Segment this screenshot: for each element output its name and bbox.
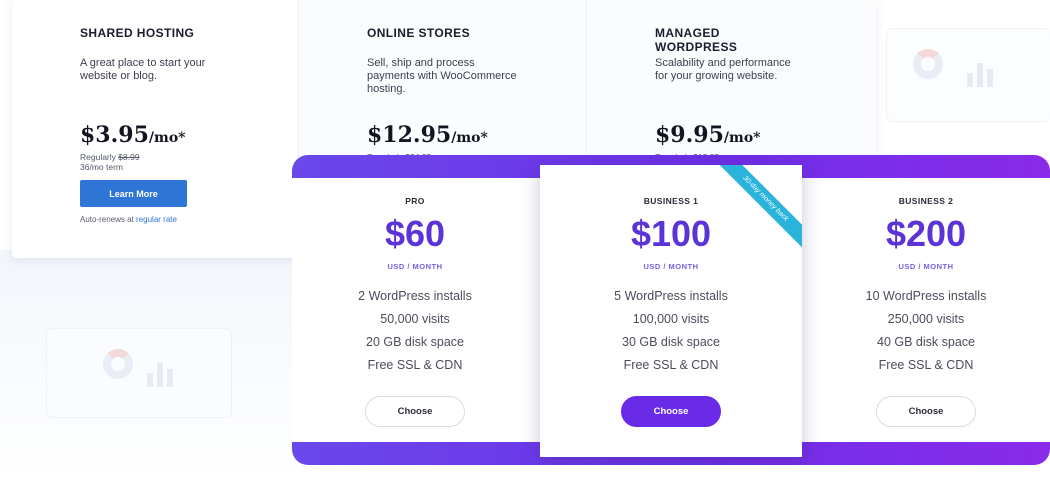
bar-chart-icon [967, 57, 993, 87]
choose-button[interactable]: Choose [876, 396, 976, 427]
regular-rate-link[interactable]: regular rate [136, 215, 177, 224]
plan-card-pro: PRO $60 USD / MONTH 2 WordPress installs… [292, 178, 538, 442]
term-text: 36/mo term [80, 162, 123, 172]
price-unit: /mo* [723, 130, 761, 146]
bar-chart-icon [147, 357, 173, 387]
feature-item: 250,000 visits [887, 312, 965, 326]
plan-title: SHARED HOSTING [80, 26, 195, 40]
auto-renew-text: Auto-renews at regular rate [80, 215, 177, 224]
wordpress-pricing-panel: PRO $60 USD / MONTH 2 WordPress installs… [292, 155, 1050, 465]
feature-item: 30 GB disk space [622, 335, 720, 349]
plan-name: BUSINESS 2 [898, 196, 954, 206]
price-amount: $12.95 [367, 122, 452, 148]
feature-list: 2 WordPress installs 50,000 visits 20 GB… [292, 285, 538, 377]
choose-button[interactable]: Choose [365, 396, 465, 427]
regular-price-value: $8.99 [118, 152, 140, 162]
plan-price: $12.95/mo* [367, 122, 488, 148]
plan-description: Sell, ship and process payments with Woo… [367, 57, 517, 95]
price-unit: /mo* [451, 130, 488, 146]
plan-name: PRO [405, 196, 425, 206]
feature-item: Free SSL & CDN [367, 358, 463, 372]
shared-hosting-column: SHARED HOSTING A great place to start yo… [12, 0, 299, 258]
plan-price: $200 [885, 213, 967, 254]
plan-title: ONLINE STORES [367, 26, 470, 40]
price-amount: $9.95 [655, 122, 724, 148]
feature-item: 2 WordPress installs [358, 289, 472, 303]
feature-item: Free SSL & CDN [878, 358, 974, 372]
feature-item: 20 GB disk space [366, 335, 464, 349]
auto-renew-label: Auto-renews at [80, 215, 134, 224]
feature-item: 100,000 visits [632, 312, 710, 326]
feature-item: 10 WordPress installs [865, 289, 987, 303]
plan-period: USD / MONTH [643, 262, 699, 271]
feature-list: 10 WordPress installs 250,000 visits 40 … [802, 285, 1050, 377]
plan-price: $9.95/mo* [655, 122, 760, 148]
feature-item: Free SSL & CDN [623, 358, 719, 372]
plan-price: $60 [384, 213, 446, 254]
plan-name: BUSINESS 1 [643, 196, 699, 206]
feature-item: 40 GB disk space [877, 335, 975, 349]
price-unit: /mo* [148, 130, 186, 146]
pie-chart-icon [103, 349, 133, 379]
plan-price: $100 [630, 213, 712, 254]
faded-chart-card [886, 28, 1050, 122]
plan-period: USD / MONTH [387, 262, 443, 271]
learn-more-button[interactable]: Learn More [80, 180, 187, 207]
plan-description: A great place to start your website or b… [80, 57, 206, 82]
plan-card-business-2: BUSINESS 2 $200 USD / MONTH 10 WordPress… [802, 178, 1050, 442]
plan-description: Scalability and performance for your gro… [655, 57, 791, 82]
plan-card-business-1: 30-day money back BUSINESS 1 $100 USD / … [540, 165, 802, 457]
regular-prefix: Regularly [80, 152, 116, 162]
regular-price: Regularly $8.99 [80, 152, 140, 162]
plan-title: MANAGED WORDPRESS [655, 26, 738, 54]
feature-list: 5 WordPress installs 100,000 visits 30 G… [540, 285, 802, 377]
choose-button[interactable]: Choose [621, 396, 721, 427]
plan-period: USD / MONTH [898, 262, 954, 271]
plan-price: $3.95/mo* [80, 122, 185, 148]
faded-chart-card [46, 328, 232, 418]
feature-item: 5 WordPress installs [614, 289, 728, 303]
pie-chart-icon [913, 49, 943, 79]
price-amount: $3.95 [80, 122, 149, 148]
feature-item: 50,000 visits [380, 312, 450, 326]
